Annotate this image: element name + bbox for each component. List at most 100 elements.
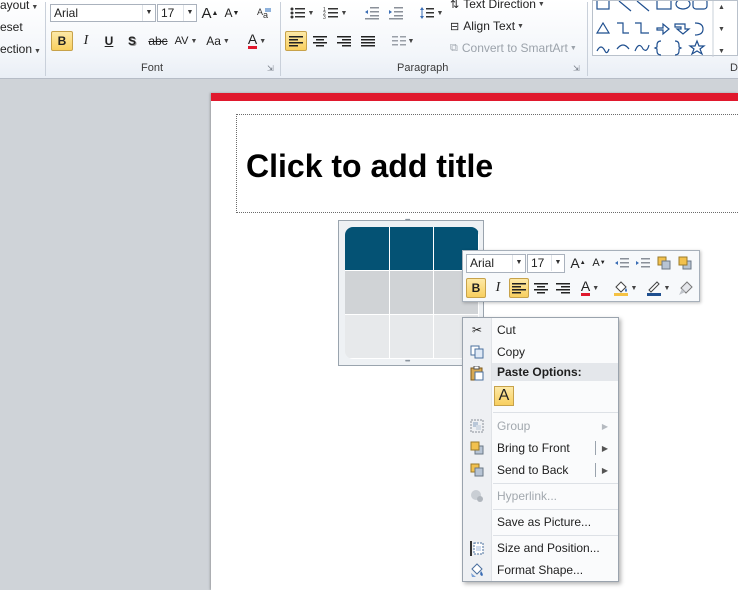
text-shadow-button[interactable]: S [122,31,142,51]
mini-font-size-combo[interactable]: 17 ▼ [527,254,565,273]
align-text-icon: ⊟ [450,20,460,33]
svg-text:▲: ▲ [718,4,725,11]
grow-font-button[interactable]: A ▲ [200,3,220,23]
mini-format-painter-icon[interactable] [676,278,696,298]
line-spacing-button[interactable]: ▼ [417,3,445,23]
font-color-button[interactable]: A ▼ [242,31,272,51]
svg-text:3: 3 [323,15,326,20]
chevron-down-icon[interactable]: ▼ [551,255,564,271]
menu-separator [493,509,618,510]
bullets-icon [290,7,305,19]
paste-options-label: Paste Options: [497,365,582,379]
title-placeholder[interactable]: Click to add title [236,114,738,213]
convert-smartart-button[interactable]: ⧉ Convert to SmartArt ▼ [450,41,577,55]
bullets-button[interactable]: ▼ [287,3,317,23]
menu-item-group[interactable]: Group ▶ [463,415,618,437]
menu-item-label: Copy [497,345,526,359]
character-spacing-button[interactable]: AV ▼ [172,31,200,51]
mini-font-color-button[interactable]: A ▼ [575,278,605,298]
chevron-down-icon[interactable]: ▼ [512,255,525,271]
mini-decrease-indent-icon[interactable] [612,253,632,273]
reset-label: eset [0,20,23,34]
menu-item-bring-to-front[interactable]: Bring to Front ▶ [463,437,618,459]
menu-item-copy[interactable]: Copy [463,341,618,363]
menu-item-label: Group [497,419,531,433]
clear-formatting-icon[interactable]: Aa [254,3,274,23]
font-name-combo[interactable]: Arial ▼ [50,4,156,22]
mini-font-name-combo[interactable]: Arial ▼ [466,254,526,273]
section-menu[interactable]: ection ▼ [0,42,41,56]
spacing-glyph: AV [174,35,189,47]
mini-shrink-font-icon[interactable]: A ▼ [589,253,609,273]
menu-item-send-to-back[interactable]: Send to Back ▶ [463,459,618,481]
submenu-arrow-icon[interactable]: ▶ [602,466,608,475]
italic-button[interactable]: I [76,31,96,51]
table-cell[interactable] [389,227,435,271]
shrink-font-button[interactable]: A ▼ [222,3,242,23]
submenu-arrow-icon[interactable]: ▶ [602,444,608,453]
mini-italic-button[interactable]: I [488,278,508,298]
align-text-button[interactable]: ⊟ Align Text ▼ [450,19,524,33]
justify-icon[interactable] [358,31,378,51]
title-placeholder-text[interactable]: Click to add title [246,148,493,185]
menu-item-cut[interactable]: ✂ Cut [463,319,618,341]
table-cell[interactable] [345,227,390,271]
resize-handle[interactable]: •••• [405,359,411,365]
convert-smartart-label: Convert to SmartArt [461,41,568,55]
dialog-launcher-icon[interactable]: ⇲ [267,65,275,73]
mini-align-left-button[interactable] [509,278,529,298]
bold-button[interactable]: B [51,31,73,51]
chevron-down-icon[interactable]: ▼ [183,5,196,21]
mini-send-backward-icon[interactable] [675,253,695,273]
menu-separator [493,412,618,413]
table-cell[interactable] [389,315,435,359]
mini-align-center-icon[interactable] [531,278,551,298]
layout-label: ayout [0,0,30,12]
mini-bold-button[interactable]: B [466,278,486,298]
menu-item-hyperlink[interactable]: Hyperlink... [463,485,618,507]
hyperlink-globe-icon [469,488,485,504]
mini-shape-fill-button[interactable]: ▼ [610,278,640,298]
decrease-indent-icon[interactable] [362,3,382,23]
dialog-launcher-icon[interactable]: ⇲ [573,65,581,73]
table-cell[interactable] [389,271,435,315]
strikethrough-button[interactable]: abc [145,31,171,51]
mini-shape-outline-button[interactable]: ▼ [643,278,673,298]
table-cell[interactable] [345,315,390,359]
underline-button[interactable]: U [99,31,119,51]
font-size-combo[interactable]: 17 ▼ [157,4,197,22]
mini-bring-forward-icon[interactable] [654,253,674,273]
layout-menu[interactable]: ayout ▼ [0,0,38,12]
smartart-icon: ⧉ [450,41,458,54]
numbering-icon: 123 [323,7,338,20]
shapes-gallery[interactable]: ▲ ▼ ▼ [592,0,738,57]
chevron-down-icon[interactable]: ▼ [142,5,155,21]
reset-button[interactable]: eset [0,20,23,34]
numbering-button[interactable]: 1 2 3 ▼ [320,3,350,23]
format-shape-icon [469,562,485,578]
align-right-icon[interactable] [334,31,354,51]
resize-handle[interactable]: •••• [405,218,411,224]
increase-indent-icon[interactable] [386,3,406,23]
menu-item-size-and-position[interactable]: Size and Position... [463,537,618,559]
group-divider [45,2,46,76]
table-grid[interactable] [345,227,479,359]
table-cell[interactable] [345,271,390,315]
align-center-icon[interactable] [310,31,330,51]
mini-grow-font-icon[interactable]: A ▲ [568,253,588,273]
mini-align-right-icon[interactable] [553,278,573,298]
mini-toolbar: Arial ▼ 17 ▼ A ▲ A ▼ B I A ▼ ▼ ▼ [462,250,700,302]
shapes-gallery-icons[interactable]: ▲ ▼ ▼ [593,0,738,57]
menu-item-save-as-picture[interactable]: Save as Picture... [463,511,618,533]
mini-font-name-value: Arial [470,256,495,270]
paste-keep-text-only-button[interactable]: A [494,386,514,406]
size-position-icon [469,540,485,556]
text-direction-button[interactable]: ⇅ Text Direction ▼ [450,0,545,11]
change-case-button[interactable]: Aa ▼ [203,31,233,51]
menu-separator [493,483,618,484]
mini-increase-indent-icon[interactable] [633,253,653,273]
menu-item-format-shape[interactable]: Format Shape... [463,559,618,581]
align-left-button[interactable] [285,31,307,51]
columns-button[interactable]: ▼ [388,31,418,51]
text-direction-icon: ⇅ [450,0,460,11]
